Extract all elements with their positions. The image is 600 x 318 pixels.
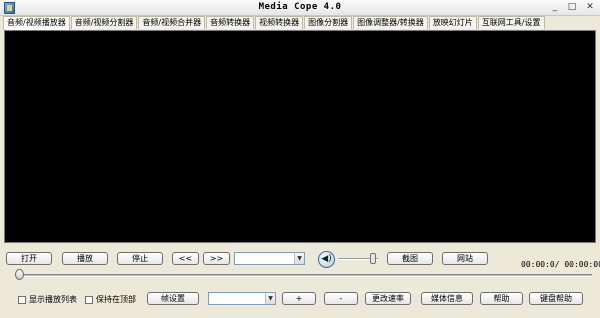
open-button[interactable]: 打开	[6, 252, 52, 265]
show-playlist-checkbox[interactable]: 显示播放列表	[18, 294, 77, 305]
maximize-button[interactable]: □	[565, 1, 579, 14]
video-display[interactable]	[4, 30, 596, 243]
tab-strip: 音频/视频播放器 音频/视频分割器 音频/视频合并器 音频转换器 视频转换器 图…	[0, 16, 600, 30]
stop-button[interactable]: 停止	[117, 252, 163, 265]
tab-internet-tools[interactable]: 互联网工具/设置	[477, 16, 545, 29]
title-bar: Media Cope 4.0 _ □ ✕	[0, 0, 600, 16]
playback-select[interactable]: ▼	[234, 252, 305, 265]
media-info-button[interactable]: 媒体信息	[421, 292, 473, 305]
minimize-button[interactable]: _	[548, 1, 562, 14]
tab-image-resizer[interactable]: 图像调整器/转换器	[353, 16, 428, 29]
frame-select[interactable]: ▼	[208, 292, 276, 305]
keep-on-top-checkbox[interactable]: 保持在顶部	[85, 294, 136, 305]
time-readout: 00:00:0/ 00:00:00	[521, 260, 600, 269]
tab-image-splitter[interactable]: 图像分割器	[304, 16, 353, 29]
tab-slideshow[interactable]: 放映幻灯片	[428, 16, 477, 29]
tab-player[interactable]: 音频/视频播放器	[3, 16, 70, 30]
decrease-button[interactable]: -	[324, 292, 358, 305]
chevron-down-icon: ▼	[265, 293, 275, 304]
seek-bar-thumb[interactable]	[15, 269, 24, 280]
window-title: Media Cope 4.0	[258, 2, 342, 12]
speaker-icon[interactable]: ◀)	[318, 251, 335, 268]
keyboard-help-button[interactable]: 键盘帮助	[529, 292, 583, 305]
website-button[interactable]: 网站	[442, 252, 488, 265]
screenshot-button[interactable]: 截图	[387, 252, 433, 265]
rewind-button[interactable]: <<	[172, 252, 199, 265]
change-rate-button[interactable]: 更改速率	[365, 292, 411, 305]
increase-button[interactable]: +	[282, 292, 316, 305]
close-button[interactable]: ✕	[583, 1, 597, 14]
show-playlist-label: 显示播放列表	[29, 295, 77, 304]
volume-slider-thumb[interactable]	[370, 253, 376, 264]
help-button[interactable]: 帮助	[480, 292, 523, 305]
tab-audio-converter[interactable]: 音频转换器	[206, 16, 255, 29]
tab-merger[interactable]: 音频/视频合并器	[138, 16, 206, 29]
frame-settings-button[interactable]: 帧设置	[147, 292, 199, 305]
tab-video-converter[interactable]: 视频转换器	[255, 16, 304, 29]
chevron-down-icon: ▼	[294, 253, 304, 264]
play-button[interactable]: 播放	[62, 252, 108, 265]
keep-on-top-label: 保持在顶部	[96, 295, 136, 304]
checkbox-box[interactable]	[18, 295, 26, 304]
forward-button[interactable]: >>	[203, 252, 230, 265]
tab-splitter[interactable]: 音频/视频分割器	[70, 16, 138, 29]
seek-bar[interactable]	[20, 274, 592, 277]
checkbox-box[interactable]	[85, 295, 93, 304]
